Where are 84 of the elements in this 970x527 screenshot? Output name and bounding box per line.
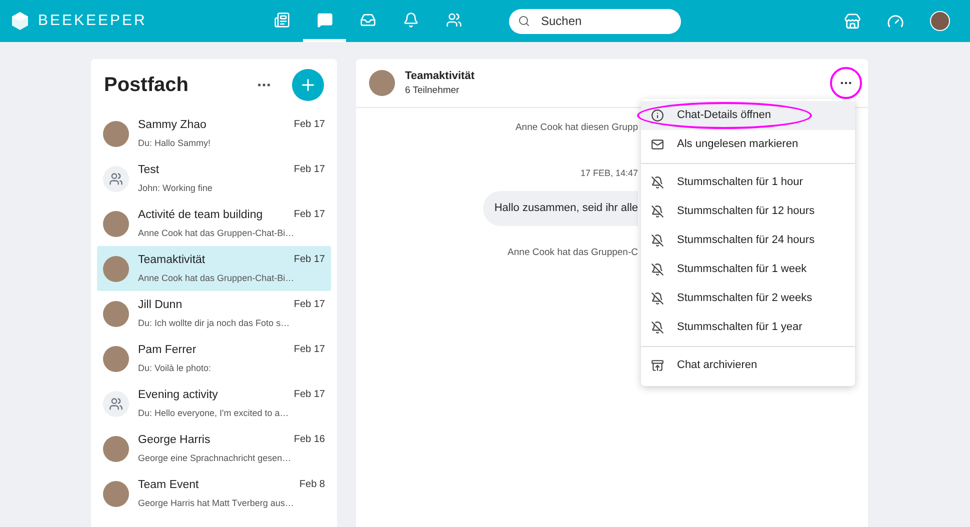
chat-icon xyxy=(316,12,332,28)
chat-preview: John: Working fine xyxy=(138,182,214,195)
chat-list-item[interactable]: Test Feb 17 John: Working fine xyxy=(97,156,331,201)
chat-preview: George eine Sprachnachricht gesen… xyxy=(138,452,292,465)
system-message: Anne Cook hat diesen Grupp xyxy=(515,121,638,135)
chat-list-item[interactable]: George Harris Feb 16 George eine Sprachnachricht gesen… xyxy=(97,426,331,471)
avatar-photo-placeholder xyxy=(103,210,129,236)
bell-off-icon xyxy=(651,321,664,334)
chat-name: Pam Ferrer xyxy=(138,342,196,358)
chat-preview: Anne Cook hat das Gruppen-Chat-Bi… xyxy=(138,272,296,285)
chat-preview: Du: Voilà le photo: xyxy=(138,362,212,375)
group-avatar xyxy=(103,390,129,416)
avatar-photo-placeholder xyxy=(369,70,395,96)
chat-preview: Du: Ich wollte dir ja noch das Foto s… xyxy=(138,316,291,330)
chat-name: Evening activity xyxy=(138,388,218,403)
cube-logo-icon xyxy=(10,11,30,31)
avatar-photo-placeholder xyxy=(103,300,129,326)
chat-name: Teamaktivität xyxy=(138,252,206,268)
chat-date: Feb 17 xyxy=(294,162,325,177)
plus-icon xyxy=(299,76,317,94)
new-chat-button[interactable] xyxy=(292,69,324,101)
menu-item[interactable]: Stummschalten für 12 hours xyxy=(641,197,855,226)
menu-item[interactable]: Als ungelesen markieren xyxy=(641,130,855,159)
participant-count: 6 Teilnehmer xyxy=(405,84,460,98)
menu-item[interactable]: Stummschalten für 1 year xyxy=(641,313,855,342)
chat-date: Feb 17 xyxy=(294,298,325,312)
avatar-photo-placeholder xyxy=(103,436,129,462)
system-message: Anne Cook hat das Gruppen-C xyxy=(508,246,638,260)
chat-list-item[interactable]: Jill Dunn Feb 17 Du: Ich wollte dir ja noch das Foto s… xyxy=(97,291,331,336)
inbox-icon xyxy=(360,12,376,28)
avatar-photo-placeholder xyxy=(103,120,129,146)
search-icon xyxy=(518,15,530,27)
bell-off-icon xyxy=(651,292,664,305)
chat-preview: Anne Cook hat das Gruppen-Chat-Bi… xyxy=(138,226,296,240)
brand-name: BEEKEEPER xyxy=(38,10,147,31)
chat-date: Feb 17 xyxy=(294,342,325,357)
chat-date: Feb 17 xyxy=(294,388,325,402)
avatar-photo-placeholder xyxy=(103,346,129,372)
chat-list-item[interactable]: Teamaktivität Feb 17 Anne Cook hat das Gruppen-Chat-Bi… xyxy=(97,246,331,291)
bell-icon xyxy=(402,12,418,28)
chat-list-item[interactable]: Activité de team building Feb 17 Anne Cook hat das Gruppen-Chat-Bi… xyxy=(97,201,331,246)
mail-icon xyxy=(651,138,664,151)
group-avatar xyxy=(103,166,129,192)
menu-item[interactable]: Stummschalten für 24 hours xyxy=(641,226,855,255)
inbox-title: Postfach xyxy=(104,73,188,98)
chat-list-item[interactable]: Evening activity Feb 17 Du: Hello everyone, I'm excited to a… xyxy=(97,381,331,426)
bell-off-icon xyxy=(651,205,664,218)
chat-list-item[interactable]: Sammy Zhao Feb 17 Du: Hallo Sammy! xyxy=(97,111,331,156)
chat-date: Feb 17 xyxy=(294,208,325,222)
newspaper-icon xyxy=(274,12,290,28)
bell-off-icon xyxy=(651,263,664,276)
chat-date: Feb 17 xyxy=(294,118,325,132)
chat-preview: Du: Hallo Sammy! xyxy=(138,136,212,150)
chat-name: George Harris xyxy=(138,432,210,448)
menu-item[interactable]: Stummschalten für 2 weeks xyxy=(641,284,855,313)
message-bubble: Hallo zusammen, seid ihr alle xyxy=(483,190,638,226)
avatar-photo-placeholder xyxy=(103,480,129,506)
chat-preview: George Harris hat Matt Tverberg aus… xyxy=(138,496,295,510)
info-icon xyxy=(651,109,664,122)
message-time: 17 FEB, 14:47 xyxy=(580,167,638,180)
avatar-photo-placeholder[interactable] xyxy=(930,11,950,31)
chat-date: Feb 16 xyxy=(294,432,325,447)
chat-name: Team Event xyxy=(138,478,199,493)
archive-icon xyxy=(651,359,664,372)
chat-list-item[interactable]: Pam Ferrer Feb 17 Du: Voilà le photo: xyxy=(97,336,331,381)
avatar-photo-placeholder xyxy=(103,256,129,282)
gauge-icon[interactable] xyxy=(887,12,904,30)
chat-list-item[interactable]: Team Event Feb 8 George Harris hat Matt Tverberg aus… xyxy=(97,471,331,516)
bell-off-icon xyxy=(651,234,664,247)
chat-preview: Du: Hello everyone, I'm excited to a… xyxy=(138,406,290,420)
bell-off-icon xyxy=(651,176,664,189)
chat-date: Feb 17 xyxy=(294,252,325,267)
chat-name: Sammy Zhao xyxy=(138,118,206,133)
chat-title: Teamaktivität xyxy=(405,68,474,84)
menu-item[interactable]: Stummschalten für 1 week xyxy=(641,255,855,284)
chat-name: Test xyxy=(138,162,160,178)
people-icon xyxy=(446,12,462,28)
store-icon[interactable] xyxy=(844,12,861,30)
chat-name: Activité de team building xyxy=(138,208,263,223)
menu-item[interactable]: Stummschalten für 1 hour xyxy=(641,168,855,197)
search-field[interactable]: Suchen xyxy=(509,8,681,34)
menu-item[interactable]: Chat archivieren xyxy=(641,351,855,380)
chat-date: Feb 8 xyxy=(299,478,325,492)
chat-name: Jill Dunn xyxy=(138,298,182,313)
